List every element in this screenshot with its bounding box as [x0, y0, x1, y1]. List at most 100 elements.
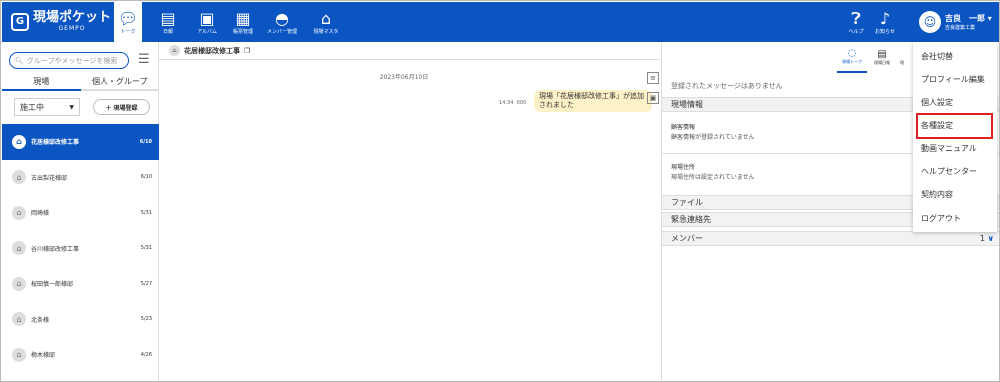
- sidebar-tabs: 現場 個人・グループ: [2, 75, 159, 91]
- site-date: 5/31: [140, 209, 152, 216]
- nav-members[interactable]: ◓ メンバー管理: [262, 2, 302, 42]
- bell-icon: ♪: [879, 8, 891, 28]
- site-name: 花居様邸改修工事: [31, 139, 80, 147]
- chevron-down-icon: ▼: [69, 103, 74, 111]
- notice-button[interactable]: ♪ お知らせ: [872, 2, 898, 42]
- house-icon: ⌂: [12, 134, 26, 149]
- calculator-icon: ▦: [235, 8, 251, 28]
- list-item[interactable]: ⌂ 梅木様邸 4/26: [2, 337, 159, 373]
- address-info: 現場住所 現場住所は設定されていません: [671, 163, 755, 183]
- list-panel-icon[interactable]: ≡: [647, 72, 659, 84]
- address-value: 現場住所は設定されていません: [671, 174, 755, 181]
- menu-item-help-center[interactable]: ヘルプセンター: [921, 166, 977, 177]
- chat-area: ⌂ 花居様邸改修工事 ❐ 2023年06月10日 14:34 000 現場「花居…: [159, 42, 661, 381]
- nav-forms[interactable]: ▦ 帳票管理: [229, 2, 257, 42]
- nav-members-label: メンバー管理: [266, 28, 297, 35]
- member-count: 1 ∨: [979, 234, 995, 243]
- site-name: 梅木様邸: [31, 352, 56, 360]
- tab-site-talk[interactable]: ◌ 現場トーク: [837, 42, 867, 73]
- menu-item-contract[interactable]: 契約内容: [921, 189, 953, 200]
- client-value: 顧客情報が登録されていません: [671, 134, 755, 141]
- nav-daily-report-label: 日報: [162, 28, 173, 35]
- tab-site-report-label: 現場日報: [874, 60, 890, 65]
- nav-album-label: アルバム: [197, 28, 217, 35]
- more-icon: [900, 49, 903, 60]
- app-logo[interactable]: G 現場ポケット GEMPO: [11, 11, 111, 32]
- nav-site-master-label: 現場マスタ: [313, 28, 339, 35]
- register-site-button[interactable]: ＋ 現場登録: [93, 99, 150, 115]
- chevron-down-icon: ∨: [987, 234, 995, 243]
- notice-label: お知らせ: [875, 28, 895, 35]
- status-select-value: 施工中: [20, 102, 44, 112]
- chat-title: 花居様邸改修工事: [184, 46, 240, 55]
- section-emergency-label: 緊急連絡先: [671, 215, 711, 224]
- site-name: 北条様: [31, 316, 50, 324]
- nav-daily-report[interactable]: ▤ 日報: [157, 2, 179, 42]
- house-icon: ⌂: [12, 170, 26, 185]
- site-date: 6/10: [139, 138, 152, 145]
- site-name: 古出梨花様邸: [31, 174, 68, 182]
- list-item[interactable]: ⌂ 桜田慎一郎様邸 5/27: [2, 266, 159, 302]
- site-sidebar: 🔍︎ グループやメッセージを検索 ☰ 現場 個人・グループ 施工中 ▼ ＋ 現場…: [2, 42, 159, 381]
- document-icon: ▤: [877, 49, 887, 60]
- status-select[interactable]: 施工中 ▼: [14, 98, 80, 116]
- house-icon: ⌂: [12, 205, 26, 220]
- site-date: 5/27: [140, 280, 152, 287]
- no-message-text: 登録されたメッセージはありません: [671, 82, 783, 90]
- menu-item-edit-profile[interactable]: プロフィール編集: [921, 74, 985, 85]
- tab-site-report[interactable]: ▤ 現場日報: [867, 42, 897, 73]
- chevron-down-icon: ▾: [987, 13, 992, 23]
- section-members[interactable]: メンバー 1 ∨: [662, 231, 999, 246]
- chat-bubble-icon: 💬︎: [117, 8, 139, 28]
- message-bubble: 現場「花居様邸改修工事」が追加されました: [534, 90, 652, 112]
- site-date: 4/26: [140, 351, 152, 358]
- house-icon: ⌂: [320, 8, 332, 28]
- list-item[interactable]: ⌂ 谷川様邸改修工事 5/31: [2, 231, 159, 267]
- help-button[interactable]: ❓︎ ヘルプ: [845, 2, 867, 42]
- nav-talk[interactable]: 💬︎ トーク: [114, 2, 142, 42]
- nav-forms-label: 帳票管理: [232, 28, 253, 35]
- list-item[interactable]: ⌂ 花居様邸改修工事 6/10: [2, 124, 159, 160]
- menu-item-personal-settings[interactable]: 個人設定: [921, 97, 953, 108]
- tab-personal-group[interactable]: 個人・グループ: [80, 75, 159, 91]
- site-name: 谷川様邸改修工事: [31, 245, 80, 253]
- site-name: 岡崎様: [31, 210, 50, 218]
- chat-bubble-icon: ◌: [847, 48, 857, 59]
- menu-item-switch-company[interactable]: 会社切替: [921, 51, 953, 62]
- house-icon: ⌂: [12, 312, 26, 327]
- tab-more-label: 現: [900, 60, 904, 65]
- list-item[interactable]: ⌂ 北条様 5/23: [2, 302, 159, 338]
- nav-site-master[interactable]: ⌂ 現場マスタ: [308, 2, 344, 42]
- user-company: 吉良建築工業: [945, 24, 976, 31]
- menu-item-logout[interactable]: ログアウト: [921, 213, 961, 224]
- house-icon: ⌂: [12, 241, 26, 256]
- message-meta: 14:34 000: [499, 100, 527, 106]
- chat-header: ⌂ 花居様邸改修工事 ❐: [159, 42, 661, 60]
- house-icon: ⌂: [12, 276, 26, 291]
- help-label: ヘルプ: [848, 28, 864, 35]
- client-label: 顧客情報: [671, 124, 696, 131]
- image-panel-icon[interactable]: ▣: [647, 92, 659, 104]
- nav-album[interactable]: ▣ アルバム: [192, 2, 222, 42]
- house-icon: ⌂: [12, 347, 26, 362]
- site-name: 桜田慎一郎様邸: [31, 281, 74, 289]
- section-site-info-label: 現場情報: [671, 100, 703, 109]
- logo-subtext: GEMPO: [58, 25, 86, 32]
- address-label: 現場住所: [671, 164, 696, 171]
- tab-sites[interactable]: 現場: [2, 75, 81, 91]
- top-nav-bar: G 現場ポケット GEMPO 💬︎ トーク ▤ 日報 ▣ アルバム ▦ 帳票管理…: [2, 2, 999, 42]
- list-item[interactable]: ⌂ 古出梨花様邸 6/10: [2, 160, 159, 196]
- album-icon: ▣: [199, 8, 215, 28]
- search-input[interactable]: 🔍︎ グループやメッセージを検索: [9, 52, 129, 69]
- tab-more[interactable]: 現: [897, 42, 907, 73]
- copy-icon[interactable]: ❐: [244, 47, 250, 55]
- user-menu-toggle[interactable]: ☺ 吉良 一郎 ▾ 吉良建築工業: [919, 11, 992, 33]
- question-icon: ❓︎: [851, 8, 861, 28]
- menu-icon[interactable]: ☰: [138, 53, 150, 67]
- highlight-box: [916, 113, 993, 139]
- nav-talk-label: トーク: [120, 28, 136, 35]
- site-date: 5/31: [140, 245, 152, 252]
- section-members-label: メンバー: [671, 234, 703, 243]
- list-item[interactable]: ⌂ 岡崎様 5/31: [2, 195, 159, 231]
- menu-item-video-manual[interactable]: 動画マニュアル: [921, 143, 977, 154]
